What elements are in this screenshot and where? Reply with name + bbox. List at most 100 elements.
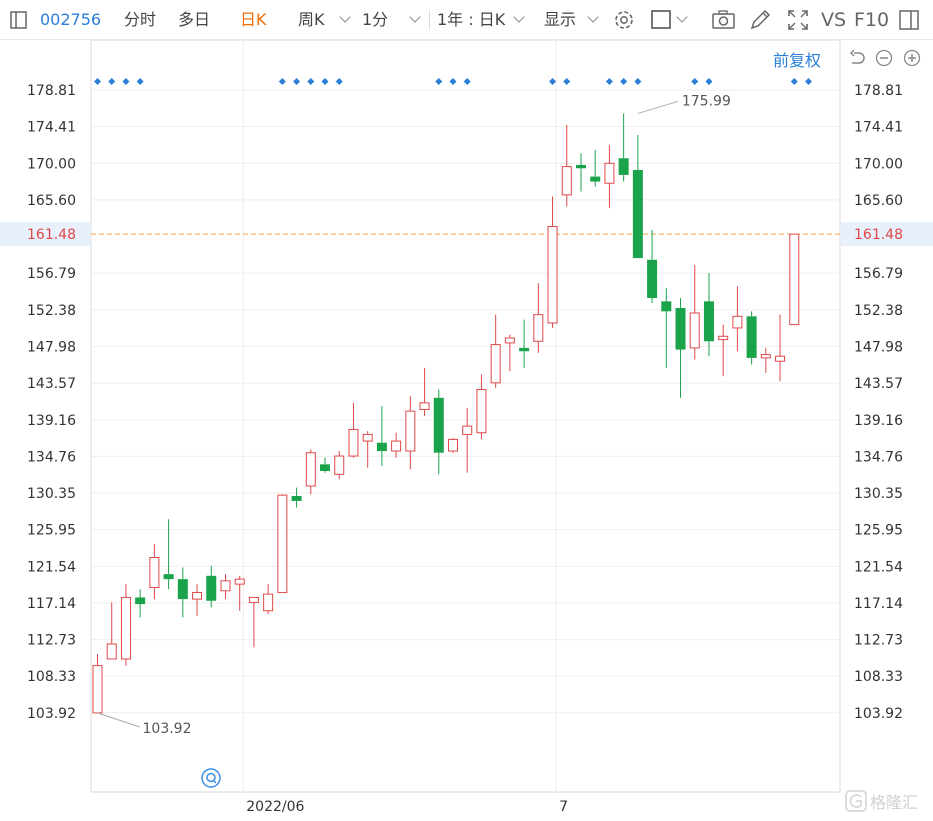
candle [760,347,771,373]
candle [362,431,373,468]
candle [789,233,800,326]
candle [561,125,572,207]
candle [590,149,601,187]
y-tick-label-right: 134.76 [854,449,903,465]
q-badge-icon[interactable] [201,768,221,788]
chevron-down-icon[interactable] [409,11,421,23]
x-tick-label: 2022/06 [246,799,304,815]
sidebar-toggle-icon[interactable] [8,9,30,31]
event-marker [278,78,286,85]
chevron-down-icon[interactable] [587,11,599,23]
y-tick-label-right: 165.60 [854,193,903,209]
y-tick-label-right: 112.73 [854,633,903,649]
tab-multi-day[interactable]: 多日 [178,0,210,40]
candle [718,324,729,377]
chevron-down-icon[interactable] [339,11,351,23]
y-tick-label-right: 178.81 [854,83,903,99]
candle [647,229,658,304]
y-tick-label-left: 170.00 [27,156,76,172]
candle [575,153,586,192]
candle-body [604,162,615,184]
square-icon[interactable] [650,8,674,32]
event-marker [136,78,144,85]
low-price-label: 103.92 [143,721,192,737]
y-tick-label-left: 152.38 [27,303,76,319]
y-tick-label-left: 112.73 [27,633,76,649]
tab-daily-k[interactable]: 日K [240,0,267,40]
candle-body [206,575,217,601]
chevron-down-icon[interactable] [513,11,525,23]
candle-body [405,410,416,452]
y-tick-label-left: 174.41 [27,120,76,136]
candle-body [476,389,487,434]
candle [305,449,316,495]
vs-button[interactable]: VS [821,0,846,40]
y-tick-label-right: 108.33 [854,669,903,685]
tab-minute[interactable]: 1分 [362,0,388,40]
zoom-in-icon[interactable] [903,49,921,67]
candle-body [248,596,259,603]
candle [92,653,103,714]
fullscreen-icon[interactable] [786,8,810,32]
low-leader-line [97,712,140,728]
candle-body [362,433,373,442]
panel-toggle-icon[interactable] [898,9,920,31]
candle-body [760,354,771,359]
candle [177,567,188,618]
y-tick-label-left: 117.14 [27,596,76,612]
candle-body [348,428,359,457]
range-selector[interactable]: 1年 : 日K [437,0,505,40]
candle-body [533,314,544,342]
candle [376,406,387,467]
candle-body [647,259,658,299]
watermark-logo: 格隆汇 [845,790,918,812]
candle-body [120,596,131,660]
stock-code[interactable]: 002756 [40,0,101,40]
x-axis: 2022/06 7 [246,799,568,815]
y-tick-label-right: 161.48 [854,227,903,243]
candle [519,319,530,368]
tab-intraday[interactable]: 分时 [124,0,156,40]
candle-body [376,442,387,452]
candle-body [391,440,402,452]
tab-weekly-k[interactable]: 周K [298,0,325,40]
candle-body [732,315,743,329]
f10-button[interactable]: F10 [854,0,889,40]
event-marker [435,78,443,85]
y-tick-label-left: 130.35 [27,486,76,502]
event-marker [335,78,343,85]
event-marker [94,78,101,85]
y-tick-label-right: 139.16 [854,413,903,429]
candle-body [746,316,757,358]
candle [448,437,458,453]
event-markers [94,78,812,85]
candle [419,367,430,417]
candle-body [618,158,629,175]
candle-body [703,301,714,342]
display-menu[interactable]: 显示 [544,0,576,40]
candlestick-chart[interactable]: 178.81 178.81 174.41 174.41 170.00 170.00 165.… [0,40,933,821]
y-tick-label-left: 147.98 [27,339,76,355]
y-tick-label-right: 152.38 [854,303,903,319]
pen-icon[interactable] [748,8,772,32]
candle [504,334,515,372]
candle [348,402,359,458]
candle-body [547,225,558,324]
adjust-restore-button[interactable]: 前复权 [773,47,821,71]
candle-body [419,402,430,410]
camera-icon[interactable] [711,8,735,32]
candle [746,311,757,365]
y-tick-label-left: 161.48 [27,227,76,243]
candle [391,432,402,458]
candle-body [519,347,530,352]
chevron-down-icon[interactable] [676,11,688,23]
candle [490,314,501,388]
candle [334,451,345,480]
candle [732,286,743,352]
candle [661,288,672,368]
candle [320,457,331,473]
undo-icon[interactable] [848,49,866,67]
settings-icon[interactable] [612,8,636,32]
candle-body [334,455,345,475]
zoom-out-icon[interactable] [875,49,893,67]
